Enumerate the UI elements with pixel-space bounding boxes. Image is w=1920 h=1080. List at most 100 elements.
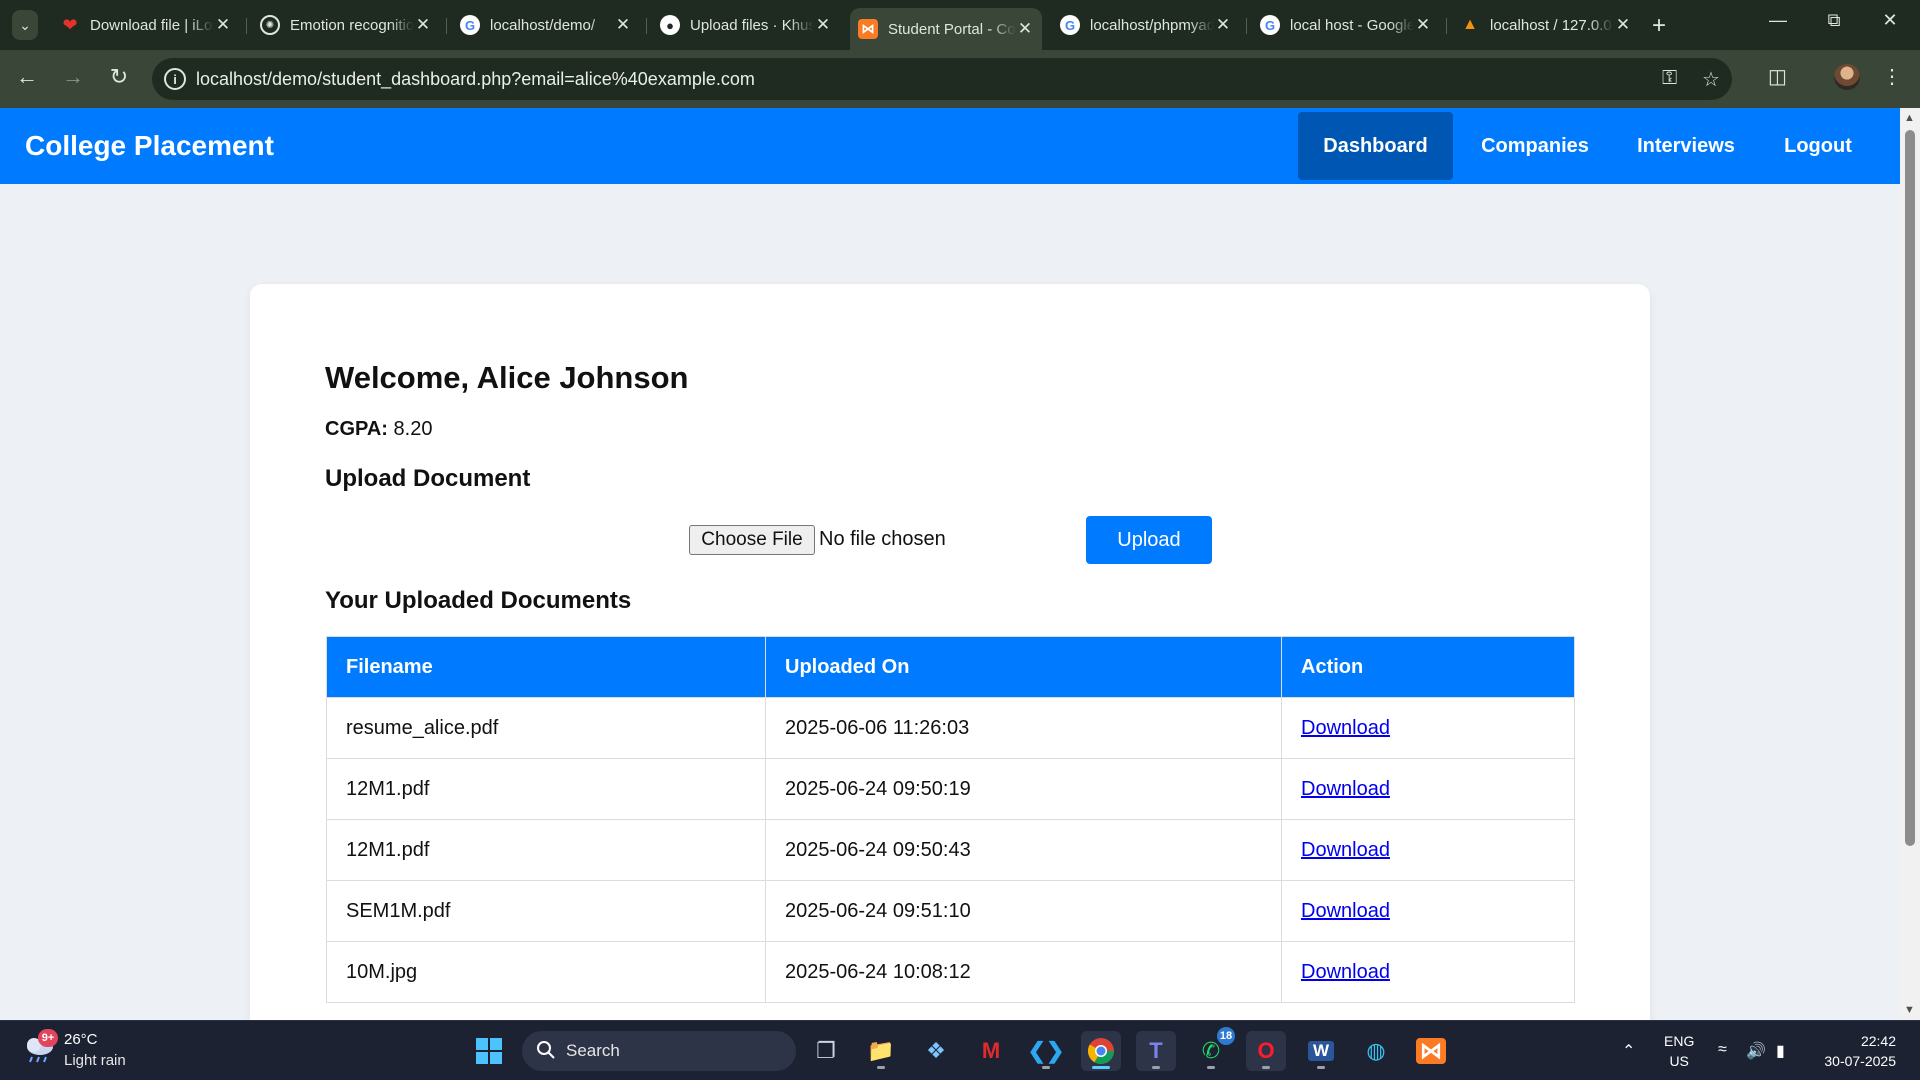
running-indicator [877, 1066, 885, 1069]
tab-divider [446, 18, 447, 34]
new-tab-button[interactable]: + [1652, 12, 1666, 40]
tab-label: Emotion recognition [290, 16, 414, 34]
task-view-icon: ❐ [816, 1038, 836, 1063]
extensions-puzzle-icon[interactable]: ◫ [1768, 64, 1787, 89]
search-label: Search [566, 1041, 620, 1060]
reload-button[interactable]: ↻ [104, 64, 134, 90]
search-icon [537, 1041, 555, 1059]
nav-link-companies[interactable]: Companies [1460, 112, 1610, 180]
taskbar-app-mcafee[interactable]: M [971, 1031, 1011, 1071]
word-icon: W [1307, 1041, 1335, 1061]
taskbar-app-xampp[interactable]: ⋈ [1411, 1031, 1451, 1071]
scroll-up-arrow-icon[interactable]: ▲ [1904, 112, 1915, 124]
taskbar-app-vscode[interactable]: ❮❯ [1026, 1031, 1066, 1071]
close-icon[interactable]: ✕ [414, 15, 432, 35]
scrollbar-thumb[interactable] [1905, 130, 1915, 846]
download-link[interactable]: Download [1301, 961, 1390, 983]
browser-tab[interactable]: ❤ Download file | iLovePDF ✕ [52, 8, 240, 42]
close-icon[interactable]: ✕ [1614, 15, 1632, 35]
address-bar[interactable]: i localhost/demo/student_dashboard.php?e… [152, 58, 1732, 100]
taskbar-app-opera[interactable]: O [1246, 1031, 1286, 1071]
taskbar-app-chrome[interactable] [1081, 1031, 1121, 1071]
close-icon[interactable]: ✕ [1414, 15, 1432, 35]
running-indicator [1262, 1066, 1270, 1069]
taskbar-app-edge[interactable]: ◍ [1356, 1031, 1396, 1071]
openai-icon: ✺ [260, 15, 280, 35]
uploaded-on-cell: 2025-06-24 09:50:43 [765, 819, 1282, 881]
close-window-button[interactable]: ✕ [1870, 10, 1910, 31]
task-view-button[interactable]: ❐ [806, 1031, 846, 1071]
wifi-icon[interactable]: ≈ [1718, 1041, 1727, 1059]
weather-alert-badge: 9+ [38, 1029, 58, 1047]
tab-divider [246, 18, 247, 34]
volume-icon[interactable]: 🔊 [1746, 1041, 1766, 1061]
tab-label: localhost/phpmyadmin [1090, 16, 1214, 34]
page-scrollbar[interactable]: ▲ ▼ [1900, 108, 1920, 1020]
site-info-icon[interactable]: i [164, 68, 186, 90]
close-icon[interactable]: ✕ [1214, 15, 1232, 35]
close-icon[interactable]: ✕ [614, 15, 632, 35]
browser-tab[interactable]: G localhost/phpmyadmin ✕ [1052, 8, 1240, 42]
download-link[interactable]: Download [1301, 717, 1390, 739]
browser-tab[interactable]: ● Upload files · Khushi ✕ [652, 8, 840, 42]
minimize-button[interactable]: — [1758, 10, 1798, 31]
browser-tab[interactable]: ✺ Emotion recognition ✕ [252, 8, 440, 42]
close-icon[interactable]: ✕ [814, 15, 832, 35]
close-icon[interactable]: ✕ [214, 15, 232, 35]
taskbar-app-whatsapp[interactable]: ✆ 18 [1191, 1027, 1235, 1071]
taskbar-app-file-explorer[interactable]: 📁 [861, 1031, 901, 1071]
scroll-down-arrow-icon[interactable]: ▼ [1904, 1004, 1915, 1016]
vscode-icon: ❮❯ [1027, 1038, 1065, 1063]
download-link[interactable]: Download [1301, 900, 1390, 922]
phpmyadmin-icon: ▲ [1462, 16, 1478, 33]
download-link[interactable]: Download [1301, 778, 1390, 800]
nav-link-interviews[interactable]: Interviews [1618, 112, 1754, 180]
nav-link-dashboard[interactable]: Dashboard [1298, 112, 1453, 180]
browser-tab[interactable]: ▲ localhost / 127.0.0.1 ✕ [1452, 8, 1640, 42]
download-link[interactable]: Download [1301, 839, 1390, 861]
cgpa-value: 8.20 [393, 418, 433, 440]
back-button[interactable]: ← [12, 64, 42, 90]
xampp-icon: ⋈ [1416, 1038, 1446, 1064]
site-brand[interactable]: College Placement [25, 130, 274, 162]
browser-tab-active[interactable]: ⋈ Student Portal - College ✕ [850, 8, 1042, 50]
browser-tab[interactable]: G localhost/demo/ ✕ [452, 8, 640, 42]
choose-file-button[interactable]: Choose File [689, 525, 815, 555]
dashboard-card: Welcome, Alice Johnson CGPA: 8.20 Upload… [250, 284, 1650, 1020]
browser-tab[interactable]: G local host - Google ✕ [1252, 8, 1440, 42]
filename-cell: 10M.jpg [326, 941, 766, 1003]
forward-button[interactable]: → [58, 64, 88, 90]
bookmark-star-icon[interactable]: ☆ [1702, 67, 1720, 92]
tab-search-menu-button[interactable]: ⌄ [12, 10, 38, 40]
close-icon[interactable]: ✕ [1016, 19, 1034, 39]
upload-button[interactable]: Upload [1086, 516, 1212, 564]
address-url[interactable]: localhost/demo/student_dashboard.php?ema… [196, 69, 755, 90]
password-key-icon[interactable]: ⚿ [1662, 67, 1677, 90]
whatsapp-icon: ✆ [1201, 1038, 1221, 1063]
input-language-indicator[interactable]: ENG US [1664, 1031, 1694, 1071]
welcome-heading: Welcome, Alice Johnson [325, 360, 689, 395]
taskbar-app-teams[interactable]: T [1136, 1031, 1176, 1071]
restore-button[interactable]: ⧉ [1814, 10, 1854, 31]
clock-date: 30-07-2025 [1824, 1053, 1896, 1069]
system-clock[interactable]: 22:42 30-07-2025 [1812, 1031, 1896, 1071]
battery-icon[interactable]: ▮ [1776, 1041, 1785, 1061]
language-code: ENG [1664, 1033, 1695, 1049]
show-hidden-icons-chevron-icon[interactable]: ⌃ [1622, 1041, 1635, 1061]
running-indicator [1152, 1066, 1160, 1069]
tab-label: local host - Google [1290, 16, 1414, 34]
taskbar-app-copilot[interactable]: ❖ [916, 1031, 956, 1071]
clock-time: 22:42 [1860, 1033, 1896, 1049]
nav-link-logout[interactable]: Logout [1760, 112, 1876, 180]
folder-icon: 📁 [867, 1038, 895, 1063]
taskbar-app-word[interactable]: W [1301, 1031, 1341, 1071]
profile-avatar[interactable] [1834, 64, 1860, 90]
running-indicator [1207, 1066, 1215, 1069]
start-button[interactable] [469, 1031, 509, 1071]
uploaded-on-cell: 2025-06-06 11:26:03 [765, 697, 1282, 759]
chrome-icon [1087, 1038, 1115, 1065]
more-menu-icon[interactable]: ⋮ [1882, 64, 1902, 89]
uploaded-documents-heading: Your Uploaded Documents [325, 587, 632, 614]
opera-icon: O [1257, 1038, 1275, 1063]
taskbar-search[interactable]: Search [522, 1031, 796, 1071]
